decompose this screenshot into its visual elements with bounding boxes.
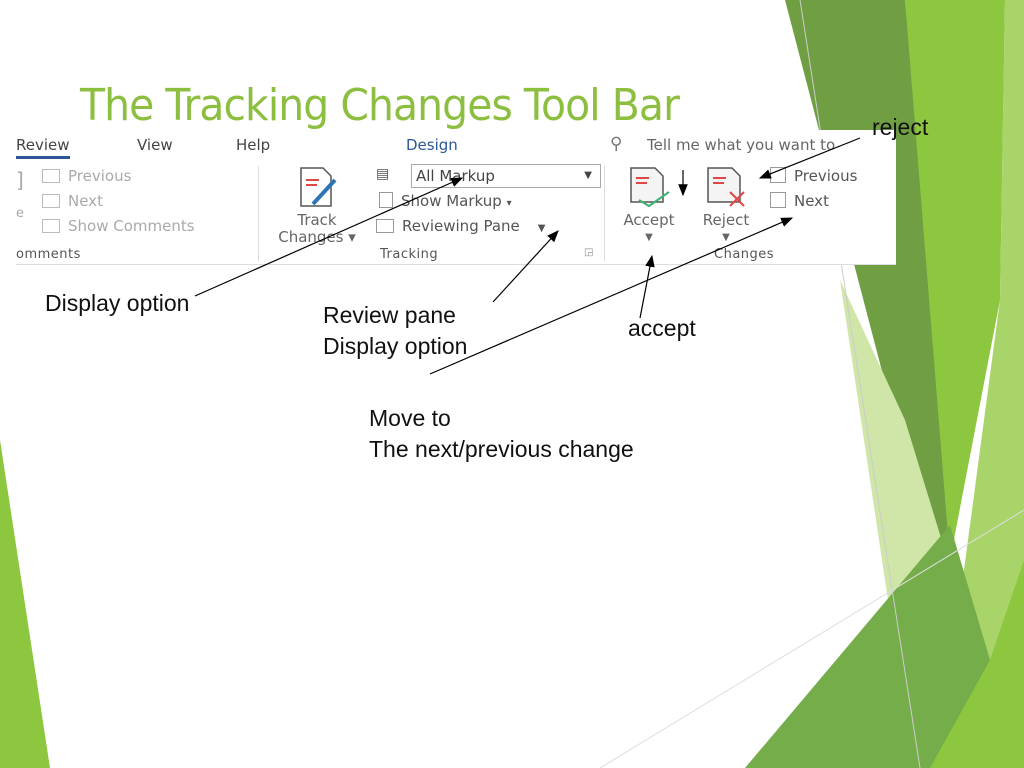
line: Review pane — [323, 302, 456, 328]
label: Accept — [623, 211, 675, 229]
label: Show Comments — [68, 217, 195, 235]
reviewing-pane-button[interactable]: Reviewing Pane ▼ — [376, 217, 545, 235]
dialog-launcher-icon[interactable]: ◲ — [584, 247, 593, 258]
label: Changes — [278, 228, 344, 246]
partial-icon: ] — [16, 168, 24, 192]
document-icon — [379, 192, 393, 208]
accept-icon — [627, 166, 671, 208]
comment-next-icon — [42, 194, 60, 208]
show-markup-button[interactable]: Show Markup ▾ — [379, 192, 512, 210]
label: Next — [794, 192, 829, 210]
chevron-down-icon: ▼ — [537, 223, 546, 234]
annotation-display-option: Display option — [45, 290, 190, 316]
tab-view[interactable]: View — [137, 136, 173, 154]
tab-review[interactable]: Review — [16, 136, 70, 159]
comment-icon — [42, 169, 60, 183]
next-comment-button[interactable]: Next — [42, 192, 103, 210]
group-label-changes: Changes — [714, 247, 775, 262]
label: Track — [297, 211, 337, 229]
ribbon-bottom-border — [16, 264, 896, 265]
previous-comment-button[interactable]: Previous — [42, 167, 131, 185]
previous-change-button[interactable]: Previous — [770, 167, 857, 185]
line: Display option — [323, 333, 468, 359]
label: Previous — [794, 167, 858, 185]
show-comments-button[interactable]: Show Comments — [42, 217, 195, 235]
track-changes-icon — [295, 166, 339, 208]
next-change-icon — [770, 192, 786, 208]
word-ribbon-screenshot: Review View Help Design ⚲ Tell me what y… — [16, 130, 896, 265]
group-label-tracking: Tracking — [380, 247, 439, 262]
markup-display-icon: ▤ — [376, 166, 390, 182]
label: Reject — [702, 211, 750, 229]
divider — [258, 166, 259, 261]
divider — [604, 166, 605, 261]
reject-icon — [704, 166, 748, 208]
label: Previous — [68, 167, 132, 185]
accept-button[interactable]: Accept ▼ — [614, 166, 684, 246]
pane-icon — [376, 219, 394, 233]
tab-design[interactable]: Design — [406, 136, 458, 154]
comment-icon — [42, 219, 60, 233]
label: Show Markup — [401, 192, 502, 210]
annotation-review-pane: Review pane Display option — [323, 300, 467, 362]
label: Reviewing Pane — [402, 217, 520, 235]
partial-label: e — [16, 206, 24, 221]
group-label-comments: omments — [16, 247, 81, 262]
line: The next/previous change — [369, 436, 634, 462]
next-change-button[interactable]: Next — [770, 192, 829, 210]
annotation-accept: accept — [628, 315, 696, 341]
track-changes-button[interactable]: Track Changes ▾ — [268, 166, 366, 246]
search-icon[interactable]: ⚲ — [610, 134, 622, 154]
chevron-down-icon: ▼ — [584, 170, 592, 181]
bg-shape-left — [0, 440, 50, 768]
reject-button[interactable]: Reject ▼ — [694, 166, 758, 246]
tab-help[interactable]: Help — [236, 136, 270, 154]
slide-title: The Tracking Changes Tool Bar — [80, 80, 680, 131]
markup-dropdown[interactable]: All Markup ▼ — [411, 164, 601, 188]
annotation-reject: reject — [872, 114, 929, 140]
tell-me-search[interactable]: Tell me what you want to — [647, 136, 835, 154]
previous-change-icon — [770, 167, 786, 183]
label: Next — [68, 192, 103, 210]
line: Move to — [369, 405, 451, 431]
annotation-move-to: Move to The next/previous change — [369, 403, 634, 465]
dropdown-value: All Markup — [416, 167, 495, 185]
